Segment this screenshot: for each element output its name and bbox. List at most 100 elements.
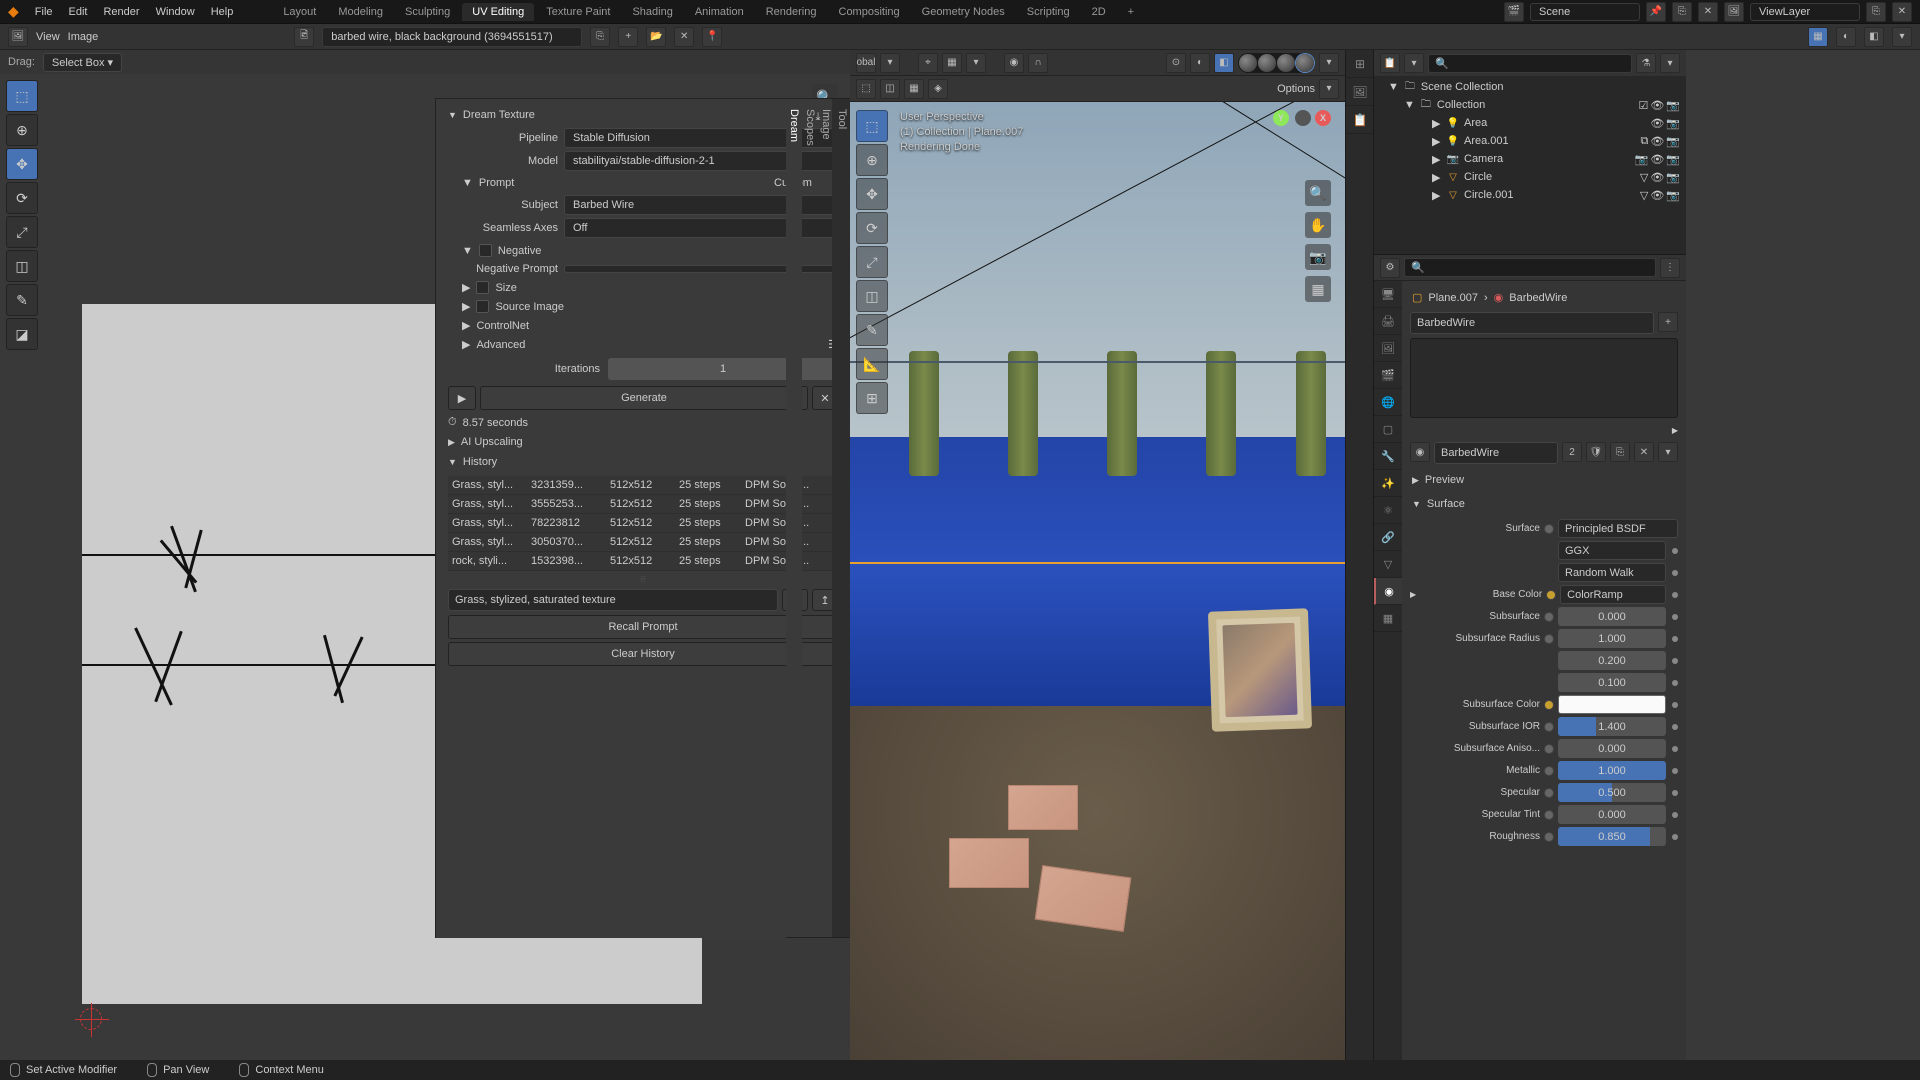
spectint-slider[interactable]: 0.000 (1558, 805, 1666, 824)
ptab-data[interactable]: ▽ (1374, 551, 1402, 578)
current-prompt-field[interactable]: Grass, stylized, saturated texture (448, 589, 778, 611)
ssc-socket[interactable] (1544, 700, 1554, 710)
ws-compositing[interactable]: Compositing (829, 3, 910, 21)
dropdown-icon[interactable]: ▾ (1892, 27, 1912, 47)
history-row[interactable]: Grass, styl...78223812512x51225 stepsDPM… (448, 514, 838, 533)
metallic-socket[interactable] (1544, 766, 1554, 776)
negative-checkbox[interactable] (479, 244, 492, 257)
2d-cursor[interactable] (80, 1008, 102, 1030)
source-checkbox[interactable] (476, 300, 489, 313)
tool-cursor[interactable]: ⊕ (6, 114, 38, 146)
image-open-icon[interactable]: 📂 (646, 27, 666, 47)
download-icon[interactable]: ⤓ (808, 107, 828, 127)
overlay-toggle-icon[interactable]: ◐ (1190, 53, 1210, 73)
ptab-output[interactable]: 🖨 (1374, 308, 1402, 335)
snap-dd-icon[interactable]: ▦ (942, 53, 962, 73)
shading-dd-icon[interactable]: ▾ (1319, 53, 1339, 73)
vp-tool-measure[interactable]: 📐 (856, 348, 888, 380)
vp-sel2-icon[interactable]: ◫ (880, 79, 900, 99)
vp-sel-icon[interactable]: ⬚ (856, 79, 876, 99)
tab-tool[interactable]: Tool (834, 99, 850, 938)
viewlayer-name-field[interactable]: ViewLayer (1750, 3, 1860, 21)
ssaniso-socket[interactable] (1544, 744, 1554, 754)
menu-window[interactable]: Window (156, 6, 195, 18)
mat-new-icon[interactable]: ⎘ (1610, 442, 1630, 462)
ws-layout[interactable]: Layout (273, 3, 326, 21)
viewlayer-delete-icon[interactable]: ✕ (1892, 2, 1912, 22)
outliner-search[interactable]: 🔍 (1428, 54, 1632, 73)
image-pin-icon[interactable]: 📍 (702, 27, 722, 47)
tool-move[interactable]: ✥ (6, 148, 38, 180)
mat-users[interactable]: 2 (1562, 442, 1582, 462)
ws-2d[interactable]: 2D (1082, 3, 1116, 21)
image-unlink-icon[interactable]: ✕ (674, 27, 694, 47)
vp-pan-icon[interactable]: ✋ (1305, 212, 1331, 238)
viewlayer-icon[interactable]: 🖼 (1724, 2, 1744, 22)
dream-texture-header[interactable]: ▼Dream Texture (448, 105, 838, 125)
ptab-render[interactable]: 🖥 (1374, 281, 1402, 308)
clear-history-button[interactable]: Clear History (448, 642, 838, 666)
subsurface-socket[interactable] (1544, 612, 1554, 622)
vp-tool-move[interactable]: ✥ (856, 178, 888, 210)
upscale-header[interactable]: ▶AI Upscaling (448, 432, 838, 452)
ssior-slider[interactable]: 1.400 (1558, 717, 1666, 736)
tool-rotate[interactable]: ⟳ (6, 182, 38, 214)
image-new-icon[interactable]: + (618, 27, 638, 47)
tree-item-area[interactable]: ▶💡Area👁📷 (1378, 114, 1682, 132)
menu-render[interactable]: Render (103, 6, 139, 18)
generate-button[interactable]: Generate (480, 386, 808, 410)
image-browse-icon[interactable]: 🖻 (294, 27, 314, 47)
play-button[interactable]: ▶ (448, 386, 476, 410)
rtab-1[interactable]: ⊞ (1346, 50, 1374, 78)
scene-pin-icon[interactable]: 📌 (1646, 2, 1666, 22)
uv-sync-icon[interactable]: ▦ (1808, 27, 1828, 47)
ssior-socket[interactable] (1544, 722, 1554, 732)
vp-dd-icon[interactable]: ▾ (880, 53, 900, 73)
negative-header[interactable]: Negative (498, 245, 541, 257)
tool-sample[interactable]: ◪ (6, 318, 38, 350)
shading-solid[interactable] (1258, 54, 1276, 72)
mat-browse-icon[interactable]: ◉ (1410, 442, 1430, 462)
recall-prompt-button[interactable]: Recall Prompt (448, 615, 838, 639)
ws-geometry-nodes[interactable]: Geometry Nodes (912, 3, 1015, 21)
surface-header[interactable]: ▼Surface (1410, 492, 1678, 516)
history-header[interactable]: ▼History (448, 452, 838, 472)
shading-rendered[interactable] (1296, 54, 1314, 72)
snap-icon[interactable]: ⌖ (918, 53, 938, 73)
tree-item-camera[interactable]: ▶📷Camera📷👁📷 (1378, 150, 1682, 168)
preview-header[interactable]: ▶Preview (1410, 468, 1678, 492)
tool-transform[interactable]: ◫ (6, 250, 38, 282)
ptab-texture[interactable]: ▦ (1374, 605, 1402, 632)
ws-scripting[interactable]: Scripting (1017, 3, 1080, 21)
options-button[interactable]: Options (1277, 83, 1315, 95)
ws-add[interactable]: + (1118, 3, 1144, 21)
prop-opts-icon[interactable]: ⋮ (1660, 258, 1680, 278)
snap-opts-icon[interactable]: ▾ (966, 53, 986, 73)
history-row[interactable]: Grass, styl...3050370...512x51225 stepsD… (448, 533, 838, 552)
prop-dd-icon[interactable]: ∩ (1028, 53, 1048, 73)
tool-scale[interactable]: ⤢ (6, 216, 38, 248)
specular-socket[interactable] (1544, 788, 1554, 798)
ptab-particle[interactable]: ✨ (1374, 470, 1402, 497)
options-dd-icon[interactable]: ▾ (1319, 79, 1339, 99)
tool-annotate[interactable]: ✎ (6, 284, 38, 316)
nav-gizmo[interactable]: Z Y X (1273, 110, 1333, 170)
vp-tool-add[interactable]: ⊞ (856, 382, 888, 414)
material-slots[interactable] (1410, 338, 1678, 418)
source-header[interactable]: Source Image (495, 301, 563, 313)
ssaniso-slider[interactable]: 0.000 (1558, 739, 1666, 758)
ssr-slider-1[interactable]: 1.000 (1558, 629, 1666, 648)
history-row[interactable]: Grass, styl...3555253...512x51225 stepsD… (448, 495, 838, 514)
tab-image[interactable]: Image (818, 99, 834, 938)
ssr-socket[interactable] (1544, 634, 1554, 644)
ws-animation[interactable]: Animation (685, 3, 754, 21)
tree-collection[interactable]: ▼ 🗀 Collection ☑👁📷 (1378, 96, 1682, 114)
header-image[interactable]: Image (68, 31, 99, 43)
base-color-value[interactable]: ColorRamp (1560, 585, 1666, 604)
ptab-world[interactable]: 🌐 (1374, 389, 1402, 416)
vp-camera-icon[interactable]: 📷 (1305, 244, 1331, 270)
roughness-slider[interactable]: 0.850 (1558, 827, 1666, 846)
rtab-3[interactable]: 📋 (1346, 106, 1374, 134)
image-name-field[interactable]: barbed wire, black background (369455151… (322, 27, 582, 47)
ssc-color[interactable] (1558, 695, 1666, 714)
